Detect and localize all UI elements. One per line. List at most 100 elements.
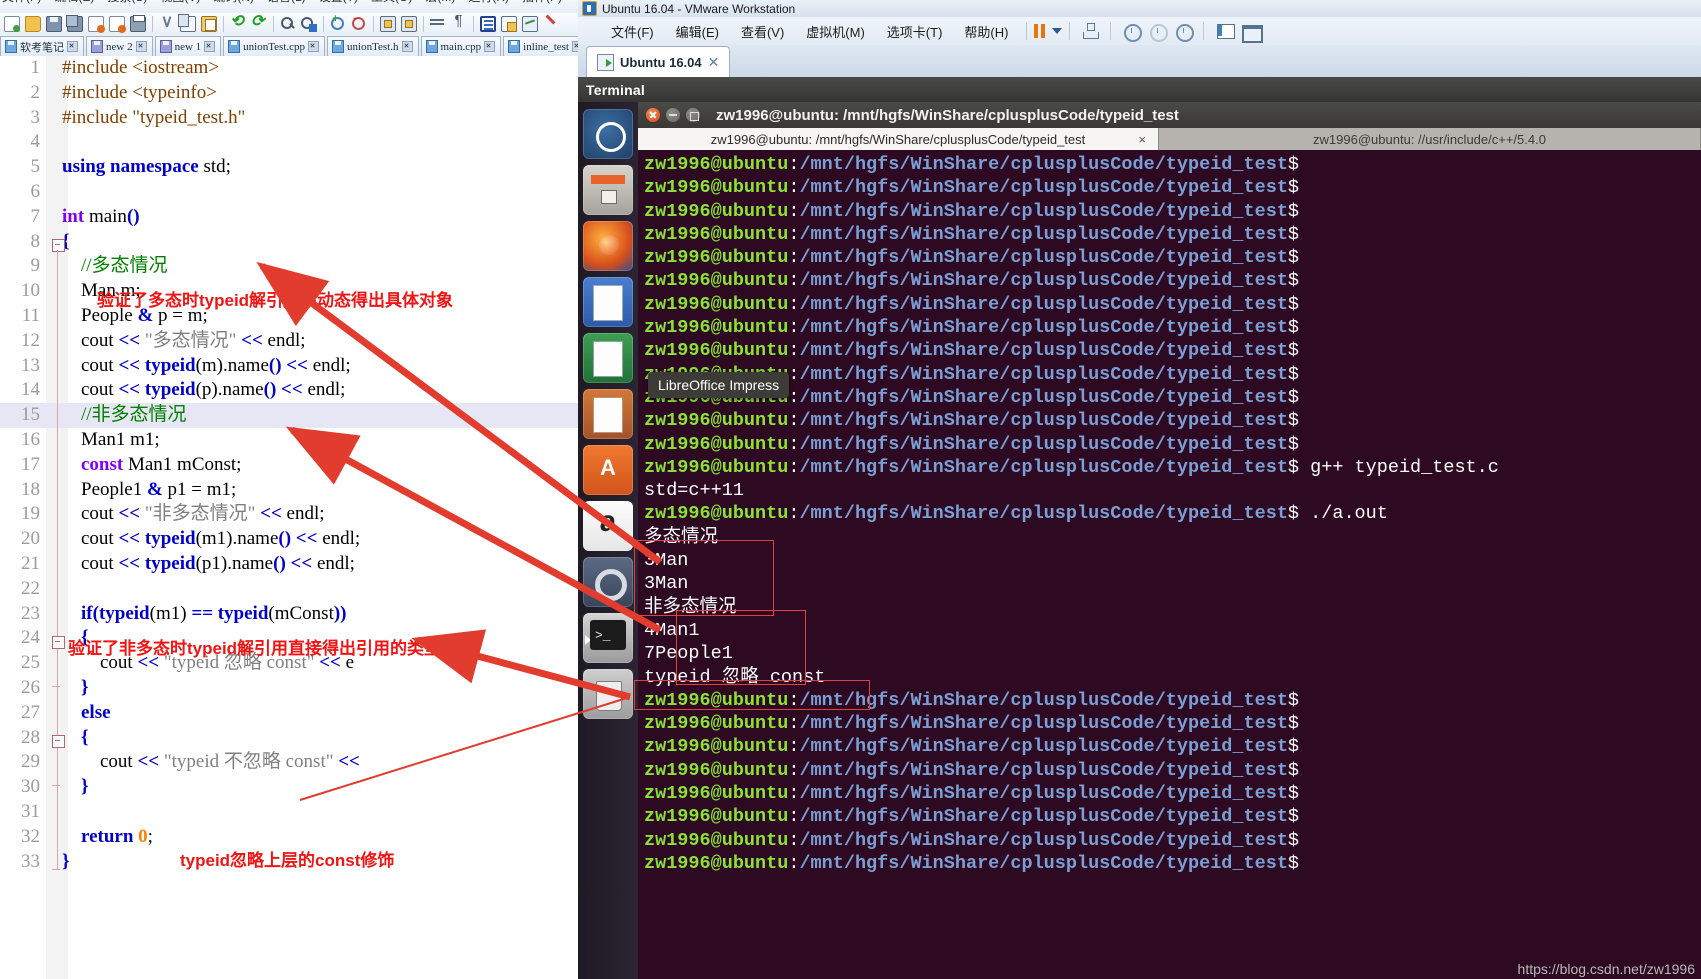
ubuntu-dash-icon[interactable]: [583, 109, 633, 159]
code-line[interactable]: 27 else: [0, 701, 578, 726]
trash-icon[interactable]: [583, 669, 633, 719]
code-line[interactable]: 9 //多态情况: [0, 254, 578, 279]
terminal-output[interactable]: zw1996@ubuntu:/mnt/hgfs/WinShare/cpluspl…: [638, 150, 1701, 979]
code-line[interactable]: 20 cout << typeid(m1).name() << endl;: [0, 527, 578, 552]
maximize-icon[interactable]: [686, 108, 700, 122]
redo-icon[interactable]: [249, 11, 269, 34]
editor-menu-6[interactable]: 设置(T): [319, 0, 358, 3]
vm-tab-ubuntu[interactable]: Ubuntu 16.04 ✕: [586, 46, 731, 77]
libreoffice-impress-icon[interactable]: [583, 389, 633, 439]
snapshot-manager-icon[interactable]: [1170, 20, 1196, 42]
libreoffice-calc-icon[interactable]: [583, 333, 633, 383]
code-line[interactable]: 21 cout << typeid(p1).name() << endl;: [0, 552, 578, 577]
close-icon[interactable]: [646, 108, 660, 122]
files-nautilus-icon[interactable]: [583, 165, 633, 215]
ubuntu-software-icon[interactable]: [583, 445, 633, 495]
open-folder-icon[interactable]: [23, 14, 43, 34]
user-defined-language-icon[interactable]: [499, 14, 519, 34]
replace-icon[interactable]: [299, 14, 319, 34]
code-line[interactable]: 5 using namespace std;: [0, 155, 578, 180]
close-icon[interactable]: [135, 41, 147, 52]
code-line[interactable]: 22: [0, 577, 578, 602]
code-line[interactable]: 8{: [0, 230, 578, 255]
vmware-tabstrip[interactable]: Ubuntu 16.04 ✕: [578, 45, 1701, 78]
minimize-icon[interactable]: [666, 108, 680, 122]
close-icon[interactable]: [67, 41, 78, 52]
word-wrap-icon[interactable]: [428, 14, 448, 34]
unity-launcher[interactable]: [578, 102, 638, 979]
vmware-menu-help[interactable]: 帮助(H): [953, 22, 1019, 41]
editor-tab-1[interactable]: new 2: [86, 36, 153, 56]
editor-tab-5[interactable]: main.cpp: [420, 36, 502, 56]
dropdown-caret-icon[interactable]: [1052, 28, 1063, 34]
code-line[interactable]: 17 const Man1 mConst;: [0, 453, 578, 478]
zoom-out-icon[interactable]: [349, 13, 369, 34]
save-icon[interactable]: [44, 14, 64, 34]
document-map-icon[interactable]: [520, 14, 540, 34]
close-icon[interactable]: ✕: [708, 54, 720, 71]
vmware-menu-vm[interactable]: 虚拟机(M): [795, 22, 876, 41]
code-line[interactable]: 12 cout << "多态情况" << endl;: [0, 329, 578, 354]
close-document-icon[interactable]: [86, 14, 106, 34]
code-line[interactable]: 16 Man1 m1;: [0, 428, 578, 453]
firefox-icon[interactable]: [583, 221, 633, 271]
vmware-menu-tabs[interactable]: 选项卡(T): [876, 22, 954, 41]
editor-menu-2[interactable]: 搜索(S): [107, 0, 147, 3]
fullscreen-icon[interactable]: [1237, 20, 1264, 43]
code-editor-area[interactable]: 1 #include <iostream> 2 #include <typeinfo>…: [0, 56, 578, 979]
sync-horizontal-scrolling-icon[interactable]: [399, 14, 419, 34]
vmware-menu-edit[interactable]: 编辑(E): [665, 22, 730, 41]
zoom-in-icon[interactable]: [328, 13, 348, 34]
code-line[interactable]: 15 //非多态情况: [0, 403, 578, 428]
code-line[interactable]: 31: [0, 800, 578, 825]
terminal-icon[interactable]: [583, 613, 633, 663]
editor-toolbar[interactable]: [0, 11, 578, 36]
take-snapshot-icon[interactable]: [1118, 20, 1144, 42]
source-code[interactable]: 1 #include <iostream> 2 #include <typeinfo>…: [0, 56, 578, 979]
close-icon[interactable]: [204, 41, 216, 52]
terminal-tab-include-cpp[interactable]: zw1996@ubuntu: //usr/include/c++/5.4.0: [1159, 128, 1701, 150]
undo-icon[interactable]: [228, 11, 248, 34]
show-sidebar-icon[interactable]: [1211, 20, 1237, 42]
code-line[interactable]: 7 int main(): [0, 205, 578, 230]
system-settings-icon[interactable]: [583, 557, 633, 607]
copy-icon[interactable]: [178, 14, 198, 34]
function-list-icon[interactable]: [541, 14, 561, 34]
editor-tab-3[interactable]: unionTest.cpp: [223, 36, 326, 56]
fold-box-if[interactable]: [52, 636, 65, 649]
code-line[interactable]: 1 #include <iostream>: [0, 56, 578, 81]
close-icon[interactable]: [484, 41, 496, 52]
code-line[interactable]: 2 #include <typeinfo>: [0, 81, 578, 106]
close-icon[interactable]: ×: [1138, 132, 1146, 147]
editor-menu-0[interactable]: 文件(F): [2, 0, 41, 3]
save-all-icon[interactable]: [65, 14, 85, 34]
close-icon[interactable]: [401, 41, 413, 52]
close-icon[interactable]: [308, 41, 320, 52]
code-line[interactable]: 18 People1 & p1 = m1;: [0, 478, 578, 503]
code-line[interactable]: 29 cout << "typeid 不忽略 const" <<: [0, 750, 578, 775]
editor-menu-1[interactable]: 编辑(E): [54, 0, 94, 3]
editor-menu-4[interactable]: 编码(N): [213, 0, 254, 3]
editor-tab-4[interactable]: unionTest.h: [327, 36, 419, 56]
editor-menu-8[interactable]: 宏(M): [425, 0, 455, 3]
fold-box-else[interactable]: [52, 735, 65, 748]
code-line[interactable]: 30 }: [0, 775, 578, 800]
libreoffice-writer-icon[interactable]: [583, 277, 633, 327]
indent-guide-icon[interactable]: [478, 14, 498, 34]
editor-tab-2[interactable]: new 1: [154, 36, 222, 56]
pause-icon[interactable]: [1034, 24, 1046, 38]
code-line[interactable]: 26 }: [0, 676, 578, 701]
editor-menu-7[interactable]: 工具(O): [371, 0, 412, 3]
unity-top-panel[interactable]: Terminal: [578, 77, 1701, 102]
code-line[interactable]: 14 cout << typeid(p).name() << endl;: [0, 378, 578, 403]
terminal-tab-typeid-test[interactable]: zw1996@ubuntu: /mnt/hgfs/WinShare/cplusp…: [638, 128, 1159, 150]
amazon-icon[interactable]: [583, 501, 633, 551]
vmware-menu-file[interactable]: 文件(F): [600, 22, 665, 41]
editor-menu-10[interactable]: 插件(P): [522, 0, 562, 3]
editor-menubar[interactable]: 文件(F) 编辑(E) 搜索(S) 视图(V) 编码(N) 语言(L) 设置(T) 工具(O)…: [0, 0, 578, 14]
editor-menu-9[interactable]: 运行(R): [468, 0, 509, 3]
code-line[interactable]: 6: [0, 180, 578, 205]
new-document-icon[interactable]: [2, 14, 22, 34]
editor-menu-5[interactable]: 语言(L): [267, 0, 306, 3]
vmware-menu-view[interactable]: 查看(V): [730, 22, 795, 41]
